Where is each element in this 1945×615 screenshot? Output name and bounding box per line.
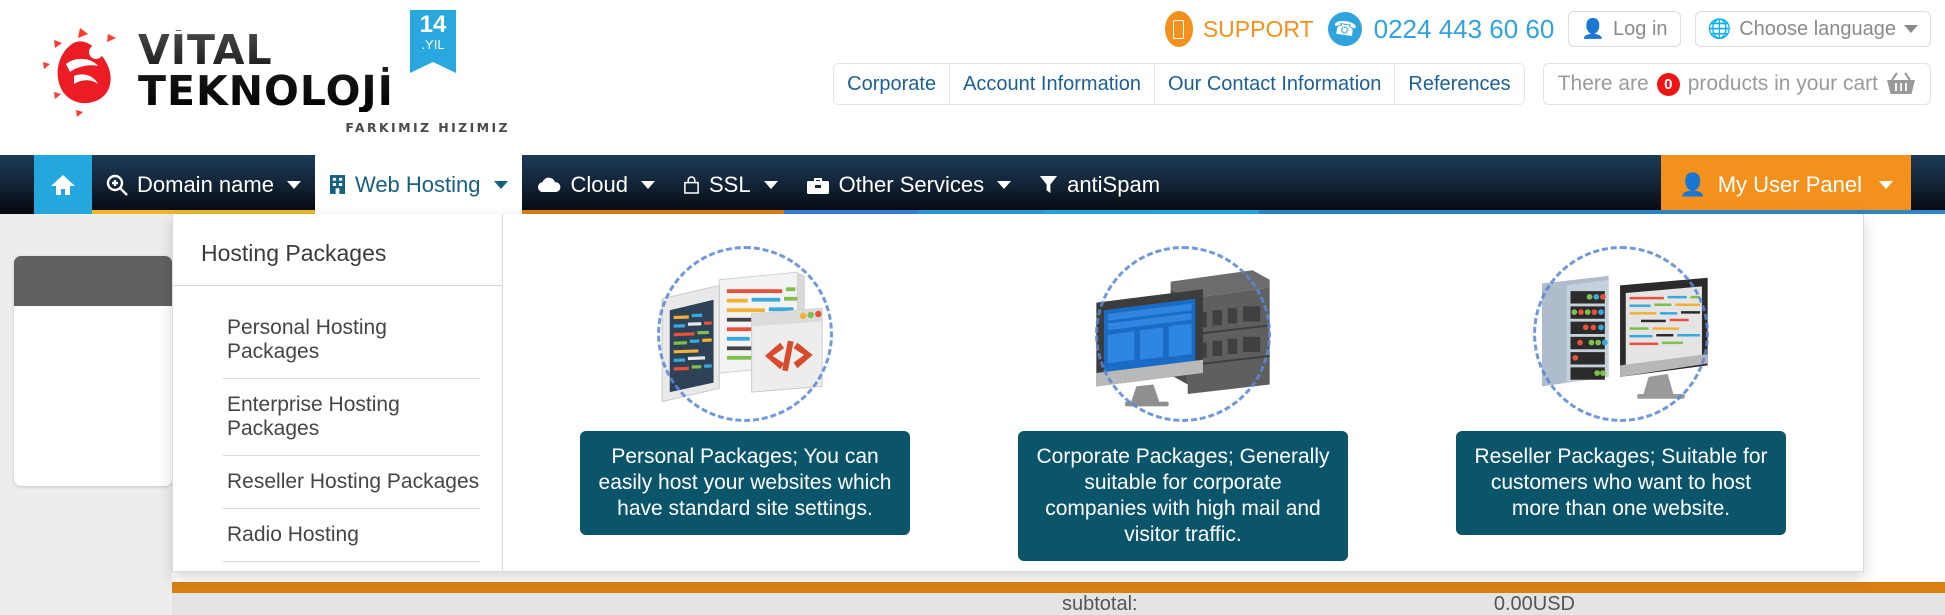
header-right: SUPPORT ☎ 0224 443 60 60 👤 Log in 🌐 Choo… [811, 6, 1931, 116]
monitor-server-rack-icon [1078, 236, 1288, 431]
vital-flame-logo-icon [40, 26, 140, 118]
language-label: Choose language [1739, 17, 1896, 40]
web-hosting-dropdown: Hosting Packages Personal Hosting Packag… [172, 214, 1864, 572]
header-top-row: SUPPORT ☎ 0224 443 60 60 👤 Log in 🌐 Choo… [811, 6, 1931, 52]
lock-icon [683, 175, 700, 194]
shopping-basket-icon [1886, 72, 1916, 96]
cart-button[interactable]: There are 0 products in your cart [1542, 63, 1931, 105]
user-icon: 👤 [1679, 171, 1707, 197]
building-icon [329, 174, 346, 195]
funnel-icon [1039, 174, 1058, 195]
phone-number: 0224 443 60 60 [1373, 13, 1555, 44]
nav-item-web-hosting[interactable]: Web Hosting [314, 155, 522, 214]
quick-link-our-contact-information[interactable]: Our Contact Information [1154, 64, 1396, 104]
nav-home-button[interactable] [34, 155, 92, 214]
sidebar-panel [14, 256, 172, 486]
dropdown-links: Personal Hosting Packages Enterprise Hos… [223, 302, 480, 562]
nav-item-other-services[interactable]: Other Services [792, 155, 1026, 214]
sidebar-panel-body [14, 306, 172, 486]
chevron-down-icon [640, 180, 655, 189]
main-navigation: Domain name Web Hosting Cloud SSL Other … [0, 155, 1945, 214]
server-cabinet-monitor-icon [1516, 236, 1726, 431]
chevron-down-icon [493, 180, 508, 189]
brand-slogan: FARKIMIZ HIZIMIZ [345, 120, 510, 135]
user-icon: 👤 [1581, 19, 1606, 40]
dropdown-card-corporate[interactable]: Corporate Packages; Generally suitable f… [1018, 236, 1348, 562]
card-caption: Corporate Packages; Generally suitable f… [1018, 431, 1348, 562]
nav-item-domain-name[interactable]: Domain name [92, 155, 315, 214]
user-panel-label: My User Panel [1717, 171, 1862, 197]
quick-link-corporate[interactable]: Corporate [834, 64, 951, 104]
header-quicklinks-row: Corporate Account Information Our Contac… [811, 60, 1931, 108]
nav-label: Other Services [838, 171, 985, 197]
support-label: SUPPORT [1202, 15, 1314, 42]
globe-icon: 🌐 [1707, 19, 1732, 40]
subtotal-value: 0.00USD [1493, 592, 1575, 615]
chevron-down-icon [997, 180, 1012, 189]
chevron-down-icon [1904, 25, 1918, 33]
dashed-circle-decoration [1095, 245, 1271, 422]
left-sidebar-background [0, 214, 172, 615]
cart-text-before: There are [1557, 72, 1649, 95]
magnifier-plus-icon [106, 174, 128, 196]
chevron-down-icon [286, 180, 301, 189]
dropdown-link-column: Hosting Packages Personal Hosting Packag… [173, 214, 503, 571]
sidebar-panel-header [14, 256, 172, 306]
dropdown-link-reseller-hosting-packages[interactable]: Reseller Hosting Packages [223, 456, 480, 509]
phone-link[interactable]: ☎ 0224 443 60 60 [1325, 9, 1555, 49]
dropdown-link-radio-hosting[interactable]: Radio Hosting [223, 509, 480, 562]
subtotal-label: subtotal: [1062, 592, 1138, 615]
dropdown-title: Hosting Packages [173, 230, 502, 286]
nav-item-ssl[interactable]: SSL [669, 155, 792, 214]
nav-item-antispam[interactable]: antiSpam [1025, 155, 1174, 214]
dropdown-link-personal-hosting-packages[interactable]: Personal Hosting Packages [223, 302, 480, 379]
card-caption: Reseller Packages; Suitable for customer… [1456, 431, 1786, 536]
site-logo[interactable]: VİTAL TEKNOLOJİ FARKIMIZ HIZIMIZ 14 .YIL [40, 8, 510, 135]
anniversary-badge: 14 .YIL [410, 10, 456, 73]
dropdown-link-enterprise-hosting-packages[interactable]: Enterprise Hosting Packages [223, 379, 480, 456]
my-user-panel-button[interactable]: 👤 My User Panel [1661, 155, 1911, 214]
login-label: Log in [1613, 17, 1668, 40]
login-button[interactable]: 👤 Log in [1568, 11, 1681, 47]
cart-subtotal-row: subtotal: 0.00USD [172, 593, 1945, 615]
cart-text-after: products in your cart [1687, 72, 1878, 95]
dashed-circle-decoration [1533, 245, 1709, 422]
page-body: subtotal: 0.00USD Hosting Packages Perso… [0, 214, 1945, 615]
mobile-phone-icon [1164, 11, 1193, 47]
quick-link-references[interactable]: References [1395, 64, 1524, 104]
dropdown-card-column: Personal Packages; You can easily host y… [503, 214, 1863, 571]
dropdown-card-reseller[interactable]: Reseller Packages; Suitable for customer… [1456, 236, 1786, 536]
card-caption: Personal Packages; You can easily host y… [580, 431, 910, 536]
language-selector[interactable]: 🌐 Choose language [1694, 11, 1931, 47]
tablet-code-window-icon [640, 236, 850, 431]
briefcase-icon [806, 175, 830, 195]
quick-link-account-information[interactable]: Account Information [950, 64, 1155, 104]
support-link[interactable]: SUPPORT [1164, 11, 1314, 47]
anniversary-label: .YIL [421, 37, 445, 52]
chevron-down-icon [763, 180, 778, 189]
nav-label: antiSpam [1067, 171, 1161, 197]
site-header: VİTAL TEKNOLOJİ FARKIMIZ HIZIMIZ 14 .YIL… [0, 0, 1945, 155]
dropdown-card-personal[interactable]: Personal Packages; You can easily host y… [580, 236, 910, 536]
chevron-down-icon [1879, 180, 1893, 189]
cloud-icon [536, 177, 562, 193]
nav-item-cloud[interactable]: Cloud [522, 155, 669, 214]
nav-label: Domain name [137, 171, 274, 197]
page-root: VİTAL TEKNOLOJİ FARKIMIZ HIZIMIZ 14 .YIL… [0, 0, 1945, 615]
dashed-circle-decoration [657, 245, 833, 422]
anniversary-number: 14 [419, 11, 447, 38]
phone-call-icon: ☎ [1325, 9, 1364, 49]
nav-label: Cloud [570, 171, 628, 197]
nav-label: SSL [708, 171, 751, 197]
cart-count-badge: 0 [1656, 72, 1680, 96]
orange-divider [172, 582, 1945, 593]
nav-label: Web Hosting [354, 171, 481, 197]
quick-links: Corporate Account Information Our Contac… [833, 63, 1525, 105]
